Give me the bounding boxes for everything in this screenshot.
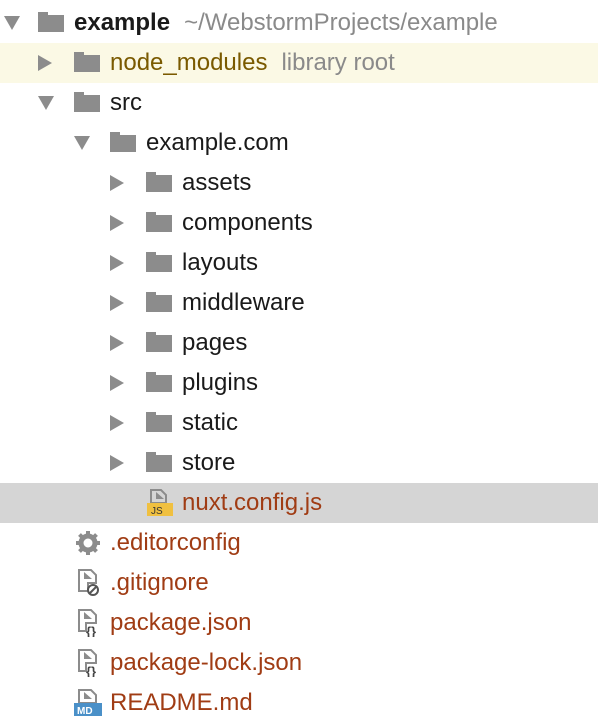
library-root-hint: library root xyxy=(281,49,395,76)
collapse-arrow-icon[interactable] xyxy=(38,55,52,71)
node-modules-name: node_modules xyxy=(110,49,268,76)
file-label: .gitignore xyxy=(110,569,209,596)
tree-row-nuxt-config[interactable]: JS nuxt.config.js xyxy=(0,483,598,523)
example-com-label: example.com xyxy=(146,129,289,156)
tree-row-editorconfig[interactable]: .editorconfig xyxy=(0,523,598,563)
project-tree: example ~/WebstormProjects/example node_m… xyxy=(0,0,598,724)
tree-row-readme[interactable]: MD README.md xyxy=(0,683,598,723)
folder-icon xyxy=(146,212,172,232)
tree-row-folder[interactable]: components xyxy=(0,203,598,243)
file-label: package-lock.json xyxy=(110,649,303,676)
root-folder-name: example xyxy=(74,9,171,36)
collapse-arrow-icon[interactable] xyxy=(110,295,124,311)
markdown-file-icon: MD xyxy=(74,689,102,717)
root-folder-label: example ~/WebstormProjects/example xyxy=(74,10,498,36)
tree-row-folder[interactable]: store xyxy=(0,443,598,483)
folder-label: assets xyxy=(182,169,252,196)
node-modules-label: node_modules library root xyxy=(110,50,395,76)
tree-row-folder[interactable]: middleware xyxy=(0,283,598,323)
js-file-icon: JS xyxy=(147,489,173,517)
gear-icon xyxy=(76,531,100,555)
expand-arrow-icon[interactable] xyxy=(38,96,54,110)
expand-arrow-icon[interactable] xyxy=(4,16,20,30)
folder-icon xyxy=(146,372,172,392)
folder-label: components xyxy=(182,209,313,236)
svg-text:{}: {} xyxy=(86,624,96,637)
expand-arrow-icon[interactable] xyxy=(74,136,90,150)
folder-icon xyxy=(146,452,172,472)
tree-row-gitignore[interactable]: .gitignore xyxy=(0,563,598,603)
tree-row-package-json[interactable]: {} package.json xyxy=(0,603,598,643)
file-label: .editorconfig xyxy=(110,529,241,556)
folder-label: plugins xyxy=(182,369,259,396)
folder-icon xyxy=(146,252,172,272)
json-file-icon: {} xyxy=(78,609,97,637)
svg-text:{}: {} xyxy=(86,664,96,677)
folder-icon xyxy=(146,292,172,312)
folder-label: pages xyxy=(182,329,248,356)
tree-row-node-modules[interactable]: node_modules library root xyxy=(0,43,598,83)
folder-label: store xyxy=(182,449,236,476)
folder-icon xyxy=(74,92,100,112)
folder-icon xyxy=(146,412,172,432)
src-label: src xyxy=(110,89,142,116)
collapse-arrow-icon[interactable] xyxy=(110,255,124,271)
tree-row-package-lock-json[interactable]: {} package-lock.json xyxy=(0,643,598,683)
svg-text:MD: MD xyxy=(77,706,93,717)
tree-row-src[interactable]: src xyxy=(0,83,598,123)
collapse-arrow-icon[interactable] xyxy=(110,455,124,471)
root-folder-path: ~/WebstormProjects/example xyxy=(184,9,498,36)
folder-icon xyxy=(38,12,64,32)
folder-icon xyxy=(110,132,136,152)
file-label: package.json xyxy=(110,609,252,636)
folder-label: layouts xyxy=(182,249,259,276)
tree-row-folder[interactable]: plugins xyxy=(0,363,598,403)
collapse-arrow-icon[interactable] xyxy=(110,415,124,431)
collapse-arrow-icon[interactable] xyxy=(110,335,124,351)
tree-row-folder[interactable]: pages xyxy=(0,323,598,363)
folder-icon xyxy=(74,52,100,72)
folder-label: static xyxy=(182,409,239,436)
ignore-file-icon xyxy=(78,569,99,596)
folder-icon xyxy=(146,172,172,192)
svg-text:JS: JS xyxy=(151,506,163,517)
tree-row-root[interactable]: example ~/WebstormProjects/example xyxy=(0,3,598,43)
file-label: README.md xyxy=(110,689,253,716)
json-file-icon: {} xyxy=(78,649,97,677)
collapse-arrow-icon[interactable] xyxy=(110,215,124,231)
nuxt-config-label: nuxt.config.js xyxy=(182,489,323,516)
folder-icon xyxy=(146,332,172,352)
collapse-arrow-icon[interactable] xyxy=(110,175,124,191)
collapse-arrow-icon[interactable] xyxy=(110,375,124,391)
tree-row-folder[interactable]: static xyxy=(0,403,598,443)
tree-row-folder[interactable]: layouts xyxy=(0,243,598,283)
folder-label: middleware xyxy=(182,289,305,316)
tree-row-example-com[interactable]: example.com xyxy=(0,123,598,163)
tree-row-folder[interactable]: assets xyxy=(0,163,598,203)
